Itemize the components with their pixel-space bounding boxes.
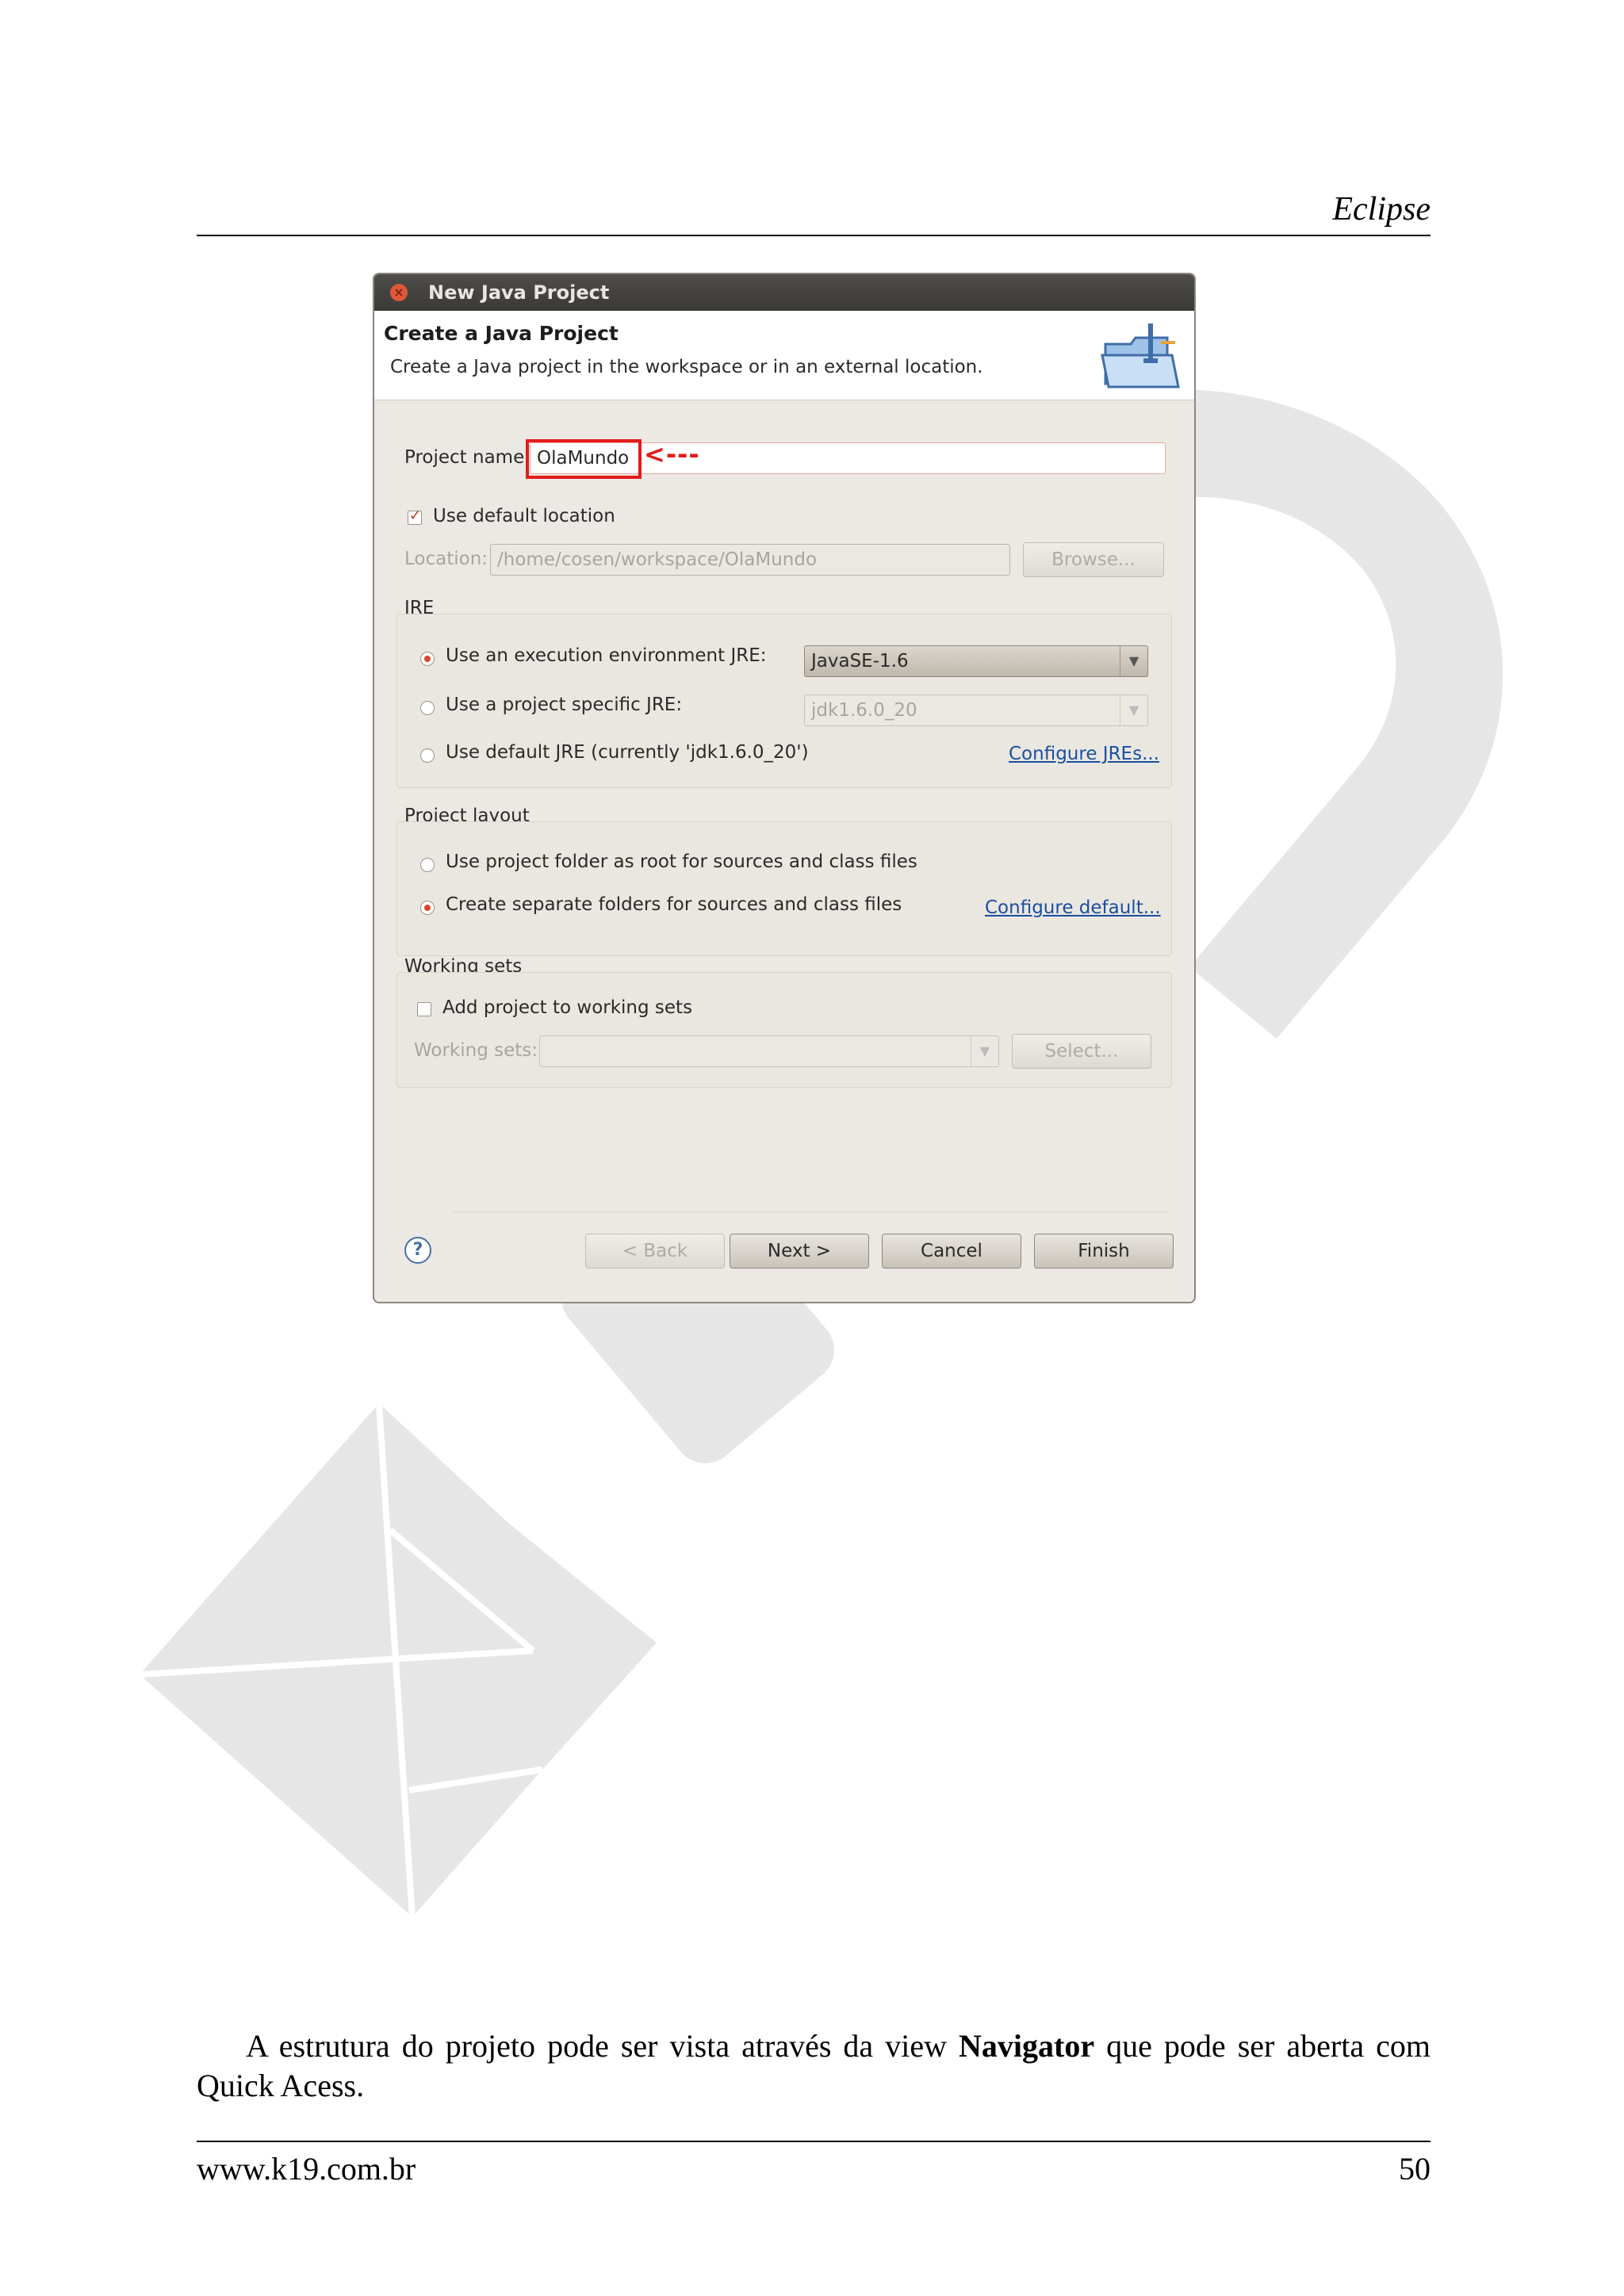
button-bar-divider <box>454 1211 1167 1212</box>
new-java-project-dialog: × New Java Project Create a Java Project… <box>373 273 1196 1303</box>
window-title: New Java Project <box>428 281 610 304</box>
configure-default-link[interactable]: Configure default... <box>985 897 1161 918</box>
back-button[interactable]: < Back <box>585 1234 725 1269</box>
annotation-highlight-box <box>526 439 642 479</box>
project-specific-jre-combo[interactable]: jdk1.6.0_20 ▼ <box>804 695 1148 726</box>
add-to-working-sets-label: Add project to working sets <box>442 997 693 1018</box>
default-jre-label: Use default JRE (currently 'jdk1.6.0_20'… <box>446 742 809 763</box>
cancel-button[interactable]: Cancel <box>882 1234 1021 1269</box>
browse-button[interactable]: Browse... <box>1023 542 1164 577</box>
project-layout-group <box>396 821 1172 956</box>
finish-button[interactable]: Finish <box>1034 1234 1174 1269</box>
chevron-down-icon: ▼ <box>971 1036 998 1066</box>
add-to-working-sets-checkbox[interactable] <box>417 1002 431 1016</box>
page-number: 50 <box>1399 2151 1431 2187</box>
exec-env-value: JavaSE-1.6 <box>811 651 909 672</box>
body-text-before: A estrutura do projeto pode ser vista at… <box>246 2028 959 2064</box>
exec-env-label: Use an execution environment JRE: <box>446 645 767 666</box>
project-specific-jre-label: Use a project specific JRE: <box>446 695 683 715</box>
chevron-down-icon: ▼ <box>1120 646 1147 676</box>
next-button[interactable]: Next > <box>730 1234 869 1269</box>
project-root-label: Use project folder as root for sources a… <box>446 851 917 872</box>
project-root-radio[interactable] <box>420 858 435 872</box>
use-default-location-label: Use default location <box>433 506 615 526</box>
exec-env-radio[interactable] <box>420 652 435 666</box>
footer-rule <box>197 2141 1431 2142</box>
annotation-arrow: <--- <box>644 439 700 469</box>
footer-url: www.k19.com.br <box>197 2151 416 2187</box>
working-sets-label: Working sets: <box>414 1040 538 1061</box>
project-name-label: Project name: <box>404 447 530 468</box>
dialog-titlebar: × New Java Project <box>374 274 1194 311</box>
dialog-header: Create a Java Project Create a Java proj… <box>374 311 1194 400</box>
separate-folders-radio[interactable] <box>420 901 435 915</box>
project-specific-jre-radio[interactable] <box>420 701 435 715</box>
location-input[interactable]: /home/cosen/workspace/OlaMundo <box>490 544 1010 576</box>
configure-jres-link[interactable]: Configure JREs... <box>1009 744 1159 764</box>
working-sets-combo[interactable]: ▼ <box>539 1035 999 1067</box>
select-working-sets-button[interactable]: Select... <box>1012 1034 1151 1069</box>
location-label: Location: <box>404 549 488 569</box>
body-paragraph: A estrutura do projeto pode ser vista at… <box>197 2026 1431 2106</box>
location-value: /home/cosen/workspace/OlaMundo <box>497 549 818 570</box>
help-icon[interactable]: ? <box>404 1237 431 1264</box>
java-project-folder-icon <box>1101 323 1180 388</box>
dialog-header-title: Create a Java Project <box>384 322 619 345</box>
use-default-location-checkbox[interactable] <box>408 507 422 525</box>
body-text-bold: Navigator <box>959 2028 1095 2064</box>
working-sets-group <box>396 972 1172 1088</box>
close-icon[interactable]: × <box>390 284 408 301</box>
exec-env-combo[interactable]: JavaSE-1.6 ▼ <box>804 645 1148 677</box>
chevron-down-icon: ▼ <box>1120 695 1147 725</box>
separate-folders-label: Create separate folders for sources and … <box>446 894 902 915</box>
dialog-header-description: Create a Java project in the workspace o… <box>390 357 983 377</box>
header-rule <box>197 235 1431 236</box>
project-specific-jre-value: jdk1.6.0_20 <box>811 700 917 721</box>
default-jre-radio[interactable] <box>420 748 435 763</box>
running-head: Eclipse <box>1332 191 1431 228</box>
